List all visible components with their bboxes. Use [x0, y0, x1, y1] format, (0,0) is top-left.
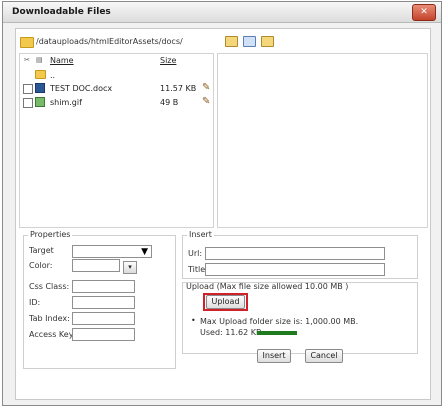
max-folder-size-text: Max Upload folder size is: 1,000.00 MB. [200, 317, 359, 326]
properties-legend: Properties [28, 230, 73, 239]
edit-pencil-icon[interactable]: ✎ [202, 82, 210, 93]
paste-icon[interactable] [261, 36, 274, 47]
chevron-down-icon: ▼ [141, 247, 148, 257]
dialog-content: /datauploads/htmlEditorAssets/docs/ ✂ ▤ … [15, 28, 431, 400]
file-name[interactable]: TEST DOC.docx [50, 84, 112, 93]
word-doc-icon [35, 83, 45, 93]
new-folder-icon[interactable] [225, 36, 238, 47]
color-picker-button[interactable]: ▾ [123, 261, 137, 274]
usage-bar-fill [257, 331, 297, 335]
parent-folder-row[interactable]: .. [20, 68, 213, 82]
insert-legend: Insert [187, 230, 214, 239]
upload-fieldset: Upload (Max file size allowed 10.00 MB )… [182, 282, 418, 354]
table-row[interactable]: shim.gif 49 B ✎ [20, 96, 213, 110]
css-class-input[interactable] [72, 280, 135, 293]
css-class-label: Css Class: [29, 282, 70, 291]
preview-pane [217, 53, 428, 228]
cancel-button[interactable]: Cancel [305, 349, 343, 363]
column-size[interactable]: Size [160, 56, 176, 65]
file-name[interactable]: shim.gif [50, 98, 82, 107]
folder-icon [20, 37, 34, 48]
bullet-icon: • [191, 316, 196, 325]
file-list: ✂ ▤ Name Size .. TEST DOC.docx 11.57 KB … [19, 53, 214, 228]
url-label: Url: [188, 249, 203, 258]
close-button[interactable]: ✕ [412, 4, 436, 21]
target-select[interactable]: ▼ [72, 245, 152, 258]
copy-icon[interactable] [243, 36, 256, 47]
dialog-title: Downloadable Files [12, 7, 111, 17]
path-bar: /datauploads/htmlEditorAssets/docs/ [20, 35, 426, 49]
access-key-input[interactable] [72, 328, 135, 341]
tab-index-label: Tab Index: [29, 314, 70, 323]
url-input[interactable] [205, 247, 385, 260]
file-size: 11.57 KB [160, 84, 197, 93]
row-checkbox[interactable] [23, 84, 33, 94]
file-size: 49 B [160, 98, 179, 107]
color-label: Color: [29, 261, 53, 270]
tab-index-input[interactable] [72, 312, 135, 325]
usage-bar [257, 331, 297, 335]
upload-legend: Upload (Max file size allowed 10.00 MB ) [186, 282, 349, 291]
insert-button[interactable]: Insert [257, 349, 291, 363]
row-checkbox[interactable] [23, 98, 33, 108]
id-label: ID: [29, 298, 41, 307]
dialog-titlebar[interactable]: Downloadable Files ✕ [3, 2, 441, 23]
edit-pencil-icon[interactable]: ✎ [202, 96, 210, 107]
downloadable-files-dialog: Downloadable Files ✕ /datauploads/htmlEd… [2, 1, 442, 406]
id-input[interactable] [72, 296, 135, 309]
access-key-label: Access Key: [29, 330, 76, 339]
properties-fieldset: Properties Target ▼ Color: ▾ Css Class: … [23, 230, 176, 369]
column-name[interactable]: Name [50, 56, 74, 65]
parent-folder-icon [35, 70, 46, 79]
select-all-icon[interactable]: ▤ [36, 56, 43, 64]
delete-icon[interactable]: ✂ [24, 56, 31, 64]
current-path: /datauploads/htmlEditorAssets/docs/ [36, 37, 183, 46]
file-list-header: ✂ ▤ Name Size [20, 54, 213, 66]
table-row[interactable]: TEST DOC.docx 11.57 KB ✎ [20, 82, 213, 96]
used-text: Used: 11.62 KB [200, 328, 262, 337]
upload-button[interactable]: Upload [206, 295, 245, 309]
parent-folder-label: .. [50, 71, 56, 80]
color-input[interactable] [72, 259, 120, 272]
insert-fieldset: Insert Url: Title: [182, 230, 418, 279]
image-file-icon [35, 97, 45, 107]
title-input[interactable] [205, 263, 385, 276]
target-label: Target [29, 246, 54, 255]
